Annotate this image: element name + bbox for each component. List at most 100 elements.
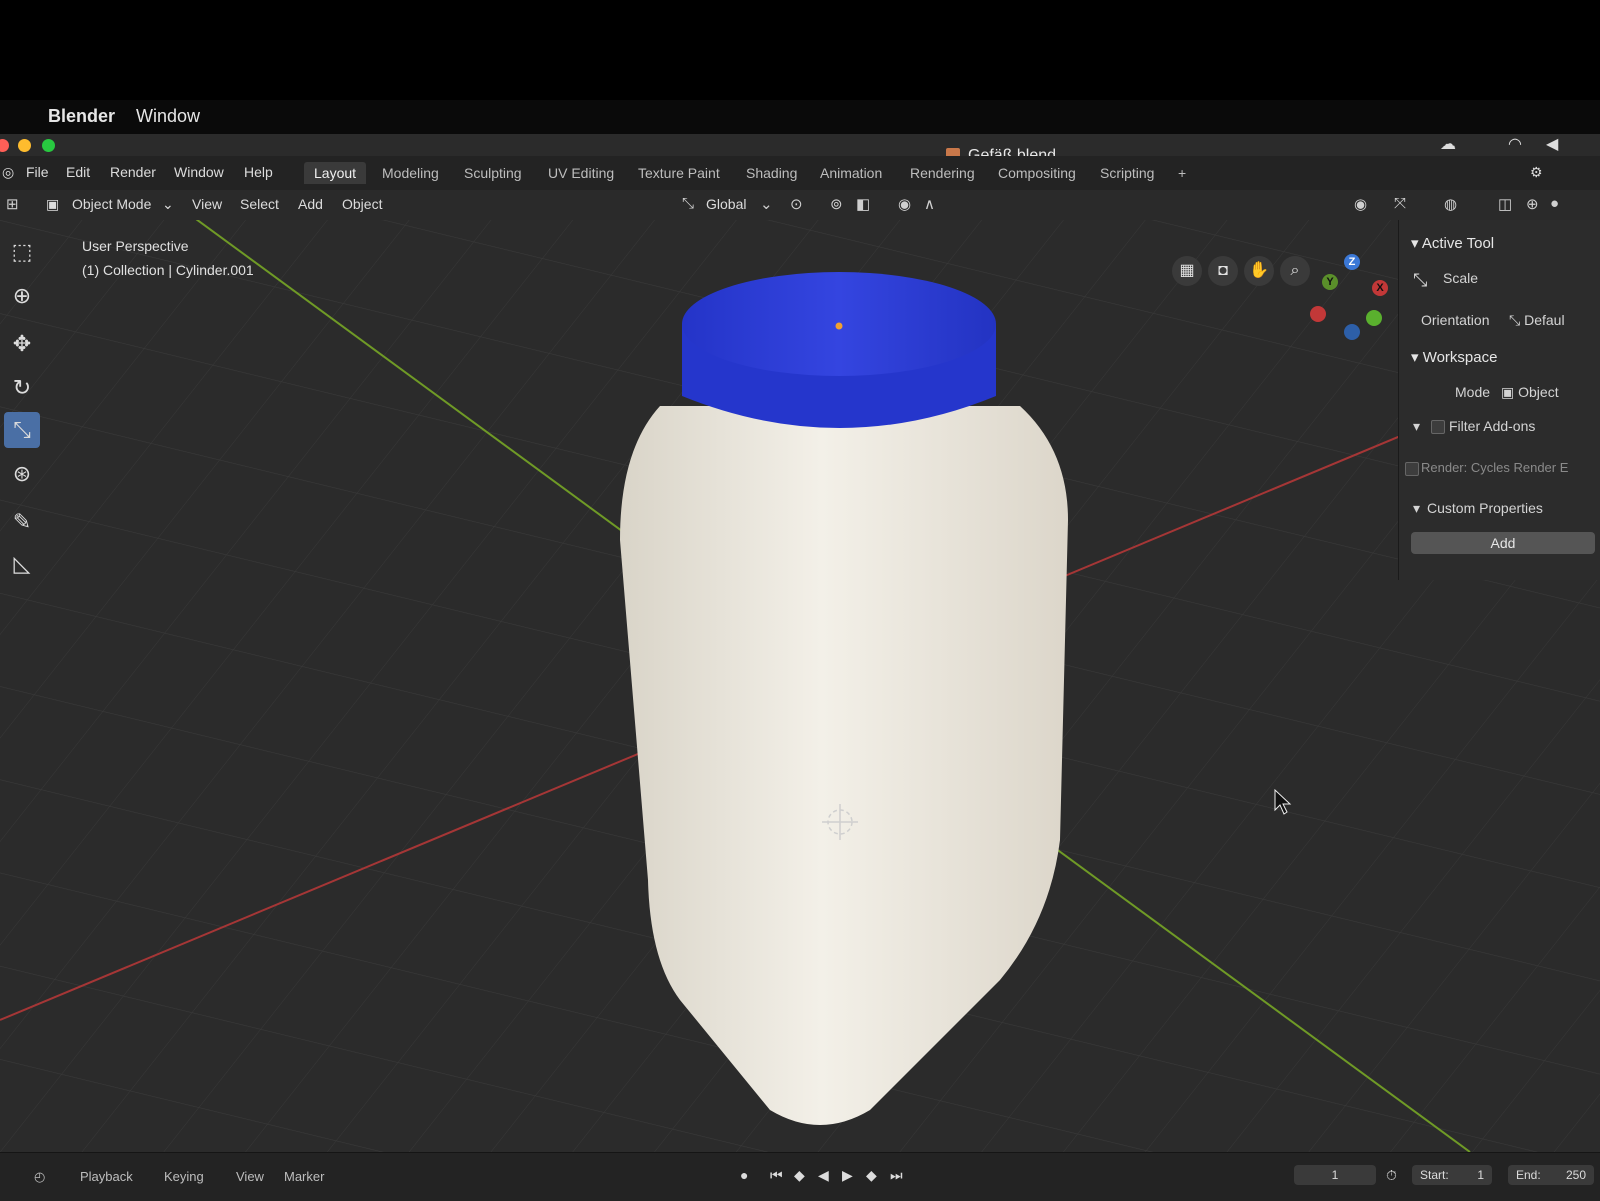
gizmo-x-axis[interactable]: X [1372, 280, 1388, 296]
gizmo-y-axis[interactable]: Y [1322, 274, 1338, 290]
workspace-header[interactable]: ▾ Workspace [1411, 348, 1497, 366]
camera-view-icon[interactable]: ◘ [1208, 256, 1238, 286]
blender-logo-icon[interactable]: ◎ [2, 164, 14, 181]
render-addon-checkbox[interactable] [1405, 462, 1419, 476]
tab-sculpting[interactable]: Sculpting [454, 162, 532, 184]
visibility-eye-icon[interactable]: ◉ [1354, 195, 1367, 213]
chevron-down-icon: ⌄ [162, 196, 174, 212]
timeline-menu-keying[interactable]: Keying [164, 1169, 204, 1184]
rotate-tool-icon[interactable]: ↻ [4, 370, 40, 406]
3d-viewport[interactable]: ⬚ ⊕ ✥ ↻ ⤡ ⊛ ✎ ◺ User Perspective (1) Col… [0, 220, 1600, 1152]
wifi-icon[interactable]: ◠ [1508, 134, 1522, 154]
scale-tool-icon[interactable]: ⤡ [4, 412, 40, 448]
app-name-menu[interactable]: Blender [48, 106, 115, 127]
timeline-editor-icon[interactable]: ◴ [34, 1169, 45, 1185]
measure-tool-icon[interactable]: ◺ [4, 546, 40, 582]
menu-help[interactable]: Help [244, 164, 273, 180]
window-menu[interactable]: Window [136, 106, 200, 127]
timeline-menu-view[interactable]: View [236, 1169, 264, 1184]
volume-icon[interactable]: ◀ [1546, 134, 1558, 154]
pivot-point-icon[interactable]: ⊙ [790, 195, 803, 213]
minimize-window-button[interactable] [18, 139, 31, 152]
blender-window: Gefäß.blend ☁ ◠ ◀ ◎ File Edit Render Win… [0, 134, 1600, 1201]
wireframe-shading-icon[interactable]: ⊕ [1526, 195, 1539, 213]
jump-end-icon[interactable]: ⏭ [890, 1167, 903, 1184]
menu-window[interactable]: Window [174, 164, 224, 180]
filter-addons-toggle[interactable]: ▾ [1413, 418, 1420, 435]
menu-select[interactable]: Select [240, 196, 279, 212]
next-keyframe-icon[interactable]: ◆ [866, 1167, 877, 1184]
menu-view[interactable]: View [192, 196, 222, 212]
menu-file[interactable]: File [26, 164, 49, 180]
filter-addons-checkbox[interactable] [1431, 420, 1445, 434]
play-reverse-icon[interactable]: ◀ [818, 1167, 829, 1184]
move-tool-icon[interactable]: ✥ [4, 326, 40, 362]
grid-view-icon[interactable]: ▦ [1172, 256, 1202, 286]
record-icon[interactable]: ● [740, 1167, 748, 1183]
timeline-menu-playback[interactable]: Playback [80, 1169, 133, 1184]
annotate-tool-icon[interactable]: ✎ [4, 504, 40, 540]
end-frame-value: 250 [1565, 1168, 1586, 1182]
pan-hand-icon[interactable]: ✋ [1244, 256, 1274, 286]
mode-value-text: Object [1518, 384, 1559, 400]
menu-add[interactable]: Add [298, 196, 323, 212]
tab-compositing[interactable]: Compositing [988, 162, 1086, 184]
current-frame-field[interactable]: 1 [1294, 1165, 1376, 1185]
mode-value[interactable]: ▣ Object [1501, 384, 1559, 401]
active-tool-header[interactable]: ▾ Active Tool [1411, 234, 1494, 252]
end-frame-field[interactable]: End: 250 [1508, 1165, 1594, 1185]
scene-icon[interactable]: ⚙ [1530, 164, 1543, 181]
gizmo-z-axis[interactable]: Z [1344, 254, 1360, 270]
tab-modeling[interactable]: Modeling [372, 162, 449, 184]
tab-uv-editing[interactable]: UV Editing [538, 162, 624, 184]
overlay-toggle-icon[interactable]: ◍ [1444, 195, 1457, 213]
top-bar: ◎ File Edit Render Window Help Layout Mo… [0, 156, 1600, 190]
orientation-value[interactable]: ⤡ Defaul [1509, 312, 1565, 329]
tab-shading[interactable]: Shading [736, 162, 807, 184]
plus-icon[interactable]: + [1168, 162, 1196, 184]
falloff-icon[interactable]: ∧ [924, 195, 935, 213]
close-window-button[interactable] [0, 139, 9, 152]
tab-rendering[interactable]: Rendering [900, 162, 985, 184]
add-property-button[interactable]: Add [1411, 532, 1595, 554]
custom-properties-toggle[interactable]: ▾ [1413, 500, 1420, 517]
zoom-window-button[interactable] [42, 139, 55, 152]
play-icon[interactable]: ▶ [842, 1167, 853, 1184]
mac-menubar: Blender Window [0, 100, 1600, 134]
tab-animation[interactable]: Animation [810, 162, 892, 184]
snap-target-icon[interactable]: ◧ [856, 195, 870, 213]
menu-edit[interactable]: Edit [66, 164, 90, 180]
editor-type-icon[interactable]: ⊞ [6, 195, 19, 213]
menu-render[interactable]: Render [110, 164, 156, 180]
proportional-editing-icon[interactable]: ◉ [898, 195, 911, 213]
prev-keyframe-icon[interactable]: ◆ [794, 1167, 805, 1184]
start-frame-field[interactable]: Start: 1 [1412, 1165, 1492, 1185]
custom-properties-label: Custom Properties [1427, 500, 1543, 516]
orientation-dropdown[interactable]: Global [706, 196, 746, 212]
gizmo-neg-x-axis[interactable] [1310, 306, 1326, 322]
viewport-header: ⊞ ▣ Object Mode ⌄ View Select Add Object… [0, 190, 1600, 220]
stopwatch-icon[interactable]: ⏱ [1386, 1167, 1397, 1184]
timeline-menu-marker[interactable]: Marker [284, 1169, 324, 1184]
tab-scripting[interactable]: Scripting [1090, 162, 1164, 184]
cursor-tool-icon[interactable]: ⊕ [4, 278, 40, 314]
active-tool-header-label: Active Tool [1421, 235, 1495, 252]
transform-tool-icon[interactable]: ⊛ [4, 456, 40, 492]
select-box-tool-icon[interactable]: ⬚ [4, 234, 40, 270]
cloud-icon[interactable]: ☁ [1440, 134, 1456, 154]
snap-toggle-icon[interactable]: ⊚ [830, 195, 843, 213]
solid-shading-icon[interactable]: ● [1550, 195, 1559, 212]
gizmo-neg-y-axis[interactable] [1366, 310, 1382, 326]
object-mode-icon: ▣ [46, 196, 60, 212]
tab-texture-paint[interactable]: Texture Paint [628, 162, 730, 184]
active-object-label: (1) Collection | Cylinder.001 [82, 262, 254, 278]
mode-dropdown[interactable]: Object Mode [72, 196, 151, 212]
zoom-icon[interactable]: ⌕ [1280, 256, 1310, 286]
gizmo-neg-z-axis[interactable] [1344, 324, 1360, 340]
menu-object[interactable]: Object [342, 196, 382, 212]
tab-layout[interactable]: Layout [304, 162, 367, 184]
view-perspective-label: User Perspective [82, 238, 189, 254]
xray-toggle-icon[interactable]: ◫ [1498, 195, 1512, 213]
jump-start-icon[interactable]: ⏮ [770, 1167, 783, 1184]
gizmo-toggle-icon[interactable]: ⤧ [1394, 195, 1406, 212]
